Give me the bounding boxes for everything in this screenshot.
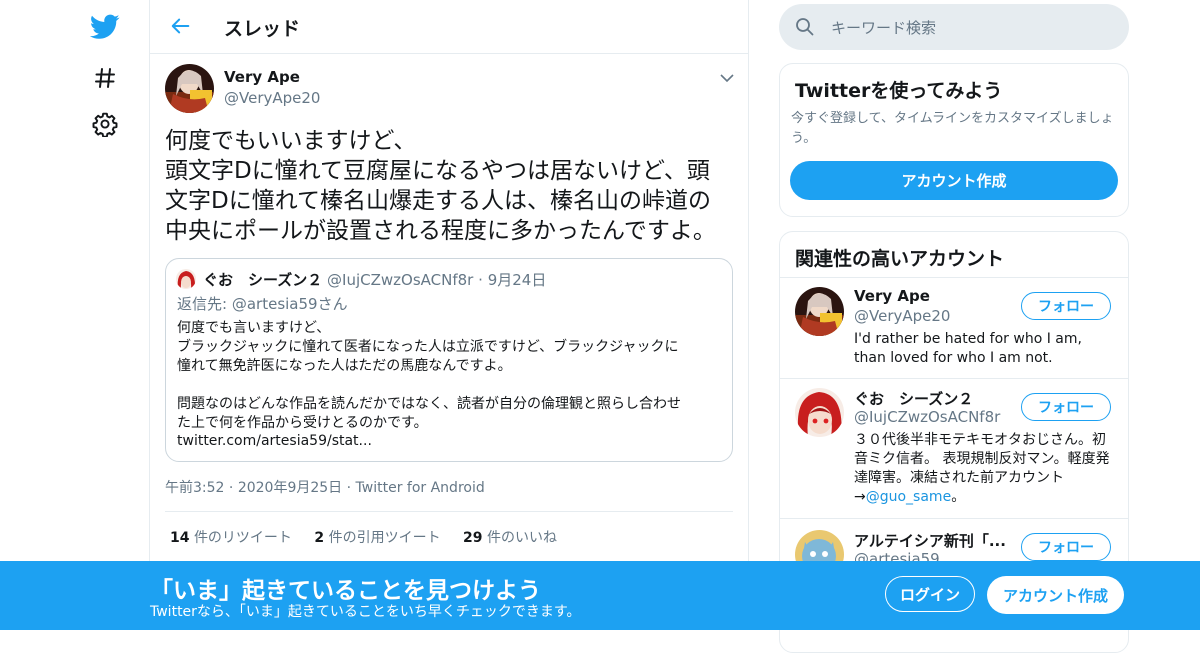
related-account-item[interactable]: Very Ape @VeryApe20 フォロー I'd rather be h…: [780, 278, 1128, 379]
quote-separator: ·: [478, 271, 483, 289]
quote-count-link[interactable]: 2 件の引用ツイート: [314, 530, 440, 546]
tweet-line: 何度でもいいますけど、: [165, 128, 417, 154]
search-bar[interactable]: [779, 4, 1129, 50]
gear-icon[interactable]: [88, 107, 122, 141]
login-button[interactable]: ログイン: [885, 576, 975, 612]
reply-suffix: さん: [317, 295, 348, 313]
banner-create-account-button[interactable]: アカウント作成: [987, 576, 1124, 614]
create-account-button[interactable]: アカウント作成: [790, 161, 1118, 200]
chevron-down-icon: [720, 73, 734, 82]
meta-separator: ·: [346, 480, 352, 496]
signup-banner: 「いま」起きていることを見つけよう Twitterなら、「いま」起きていることを…: [0, 561, 1200, 630]
quote-author-handle: @IujCZwzOsACNf8r: [327, 271, 474, 289]
back-button[interactable]: [166, 11, 196, 41]
account-bio: ３０代後半非モテキモオタおじさん。初音ミク信者。 表現規制反対マン。軽度発達障害…: [854, 431, 1118, 507]
left-nav: [0, 0, 150, 630]
quote-line: 問題なのはどんな作品を読んだかではなく、読者が自分の倫理観と照らし合わせ: [177, 396, 681, 412]
tweet-menu-button[interactable]: [717, 68, 737, 88]
quote-author-name: ぐお シーズン２: [203, 271, 323, 289]
quoted-tweet[interactable]: ぐお シーズン２ @IujCZwzOsACNf8r · 9月24日 返信先: @…: [165, 258, 733, 462]
quote-count: 2: [314, 530, 325, 546]
related-accounts-title: 関連性の高いアカウント: [795, 248, 1005, 270]
quote-body: 何度でも言いますけど、 ブラックジャックに憧れて医者になった人は立派ですけど、ブ…: [177, 319, 727, 433]
tweet-client[interactable]: Twitter for Android: [356, 480, 485, 496]
follow-button[interactable]: フォロー: [1021, 292, 1111, 320]
tweet-line: 文字Dに憧れて榛名山爆走する人は、榛名山の峠道の: [165, 188, 712, 214]
follow-button[interactable]: フォロー: [1021, 533, 1111, 561]
author-handle[interactable]: @VeryApe20: [224, 89, 320, 107]
quote-label: 件の引用ツイート: [328, 530, 441, 546]
retweet-count-link[interactable]: 14 件のリツイート: [170, 530, 292, 546]
tweet-meta: 午前3:52 · 2020年9月25日 · Twitter for Androi…: [165, 477, 485, 497]
retweet-label: 件のリツイート: [193, 530, 292, 546]
hashtag-icon[interactable]: [88, 61, 122, 95]
quote-link[interactable]: twitter.com/artesia59/stat...: [177, 433, 372, 449]
quote-reply-to: 返信先: @artesia59さん: [177, 293, 348, 314]
account-handle[interactable]: @VeryApe20: [854, 307, 950, 325]
tweet-text: 何度でもいいますけど、 頭文字Dに憧れて豆腐屋になるやつは居ないけど、頭 文字D…: [165, 126, 735, 246]
quote-header: ぐお シーズン２ @IujCZwzOsACNf8r · 9月24日: [203, 269, 546, 290]
like-count: 29: [463, 530, 483, 546]
account-handle[interactable]: @IujCZwzOsACNf8r: [854, 408, 1000, 426]
account-bio: I'd rather be hated for who I am, than l…: [854, 331, 1082, 366]
search-input[interactable]: [829, 14, 1113, 42]
tweet-stats: 14 件のリツイート 2 件の引用ツイート 29 件のいいね: [170, 527, 575, 547]
account-avatar[interactable]: [795, 388, 844, 437]
signup-card-description: 今すぐ登録して、タイムラインをカスタマイズしましょう。: [791, 111, 1114, 146]
bio-mention-link[interactable]: @guo_same: [866, 489, 951, 505]
banner-title: 「いま」起きていることを見つけよう: [150, 578, 541, 604]
author-name[interactable]: Very Ape: [224, 68, 300, 86]
quote-line: ブラックジャックに憧れて医者になった人は立派ですけど、ブラックジャックに: [177, 339, 679, 355]
arrow-left-icon: [171, 18, 190, 34]
tweet-line: 中央にポールが設置される程度に多かったんですよ。: [165, 218, 716, 244]
search-icon: [796, 18, 814, 36]
quote-date: 9月24日: [487, 271, 547, 289]
tweet-date[interactable]: 2020年9月25日: [238, 480, 342, 496]
tweet-line: 頭文字Dに憧れて豆腐屋になるやつは居ないけど、頭: [165, 158, 710, 184]
meta-separator: ·: [228, 480, 234, 496]
account-name[interactable]: アルテイシア新刊「...: [854, 530, 1006, 551]
quote-line: た上で何を作品から受けとるのかです。: [177, 415, 428, 431]
main-column: スレッド Very Ape @VeryApe20 何度でもいいますけど、 頭文字…: [149, 0, 749, 630]
quote-line: 何度でも言いますけど、: [177, 320, 331, 336]
quote-line: 憧れて無免許医になった人はただの馬鹿なんですよ。: [177, 358, 512, 374]
signup-card: Twitterを使ってみよう 今すぐ登録して、タイムラインをカスタマイズしましょ…: [779, 63, 1129, 217]
follow-button[interactable]: フォロー: [1021, 393, 1111, 421]
signup-card-title: Twitterを使ってみよう: [795, 80, 1003, 102]
like-count-link[interactable]: 29 件のいいね: [463, 530, 557, 546]
divider: [165, 511, 733, 512]
reply-handle: @artesia59: [231, 295, 318, 313]
quote-avatar: [176, 269, 196, 289]
banner-subtitle: Twitterなら、「いま」起きていることをいち早くチェックできます。: [150, 604, 581, 620]
author-avatar[interactable]: [165, 64, 214, 113]
related-accounts-header: 関連性の高いアカウント: [780, 232, 1128, 278]
thread-header: スレッド: [150, 0, 748, 54]
like-label: 件のいいね: [486, 530, 557, 546]
related-account-item[interactable]: ぐお シーズン２ @IujCZwzOsACNf8r フォロー ３０代後半非モテキ…: [780, 379, 1128, 519]
account-name[interactable]: Very Ape: [854, 287, 930, 305]
reply-prefix: 返信先:: [177, 295, 228, 313]
account-bio-end: 。: [951, 489, 966, 505]
account-name[interactable]: ぐお シーズン２: [854, 388, 973, 409]
account-avatar[interactable]: [795, 287, 844, 336]
retweet-count: 14: [170, 530, 190, 546]
tweet-time[interactable]: 午前3:52: [165, 480, 224, 496]
twitter-logo-icon[interactable]: [88, 10, 122, 44]
page-title: スレッド: [224, 18, 301, 40]
